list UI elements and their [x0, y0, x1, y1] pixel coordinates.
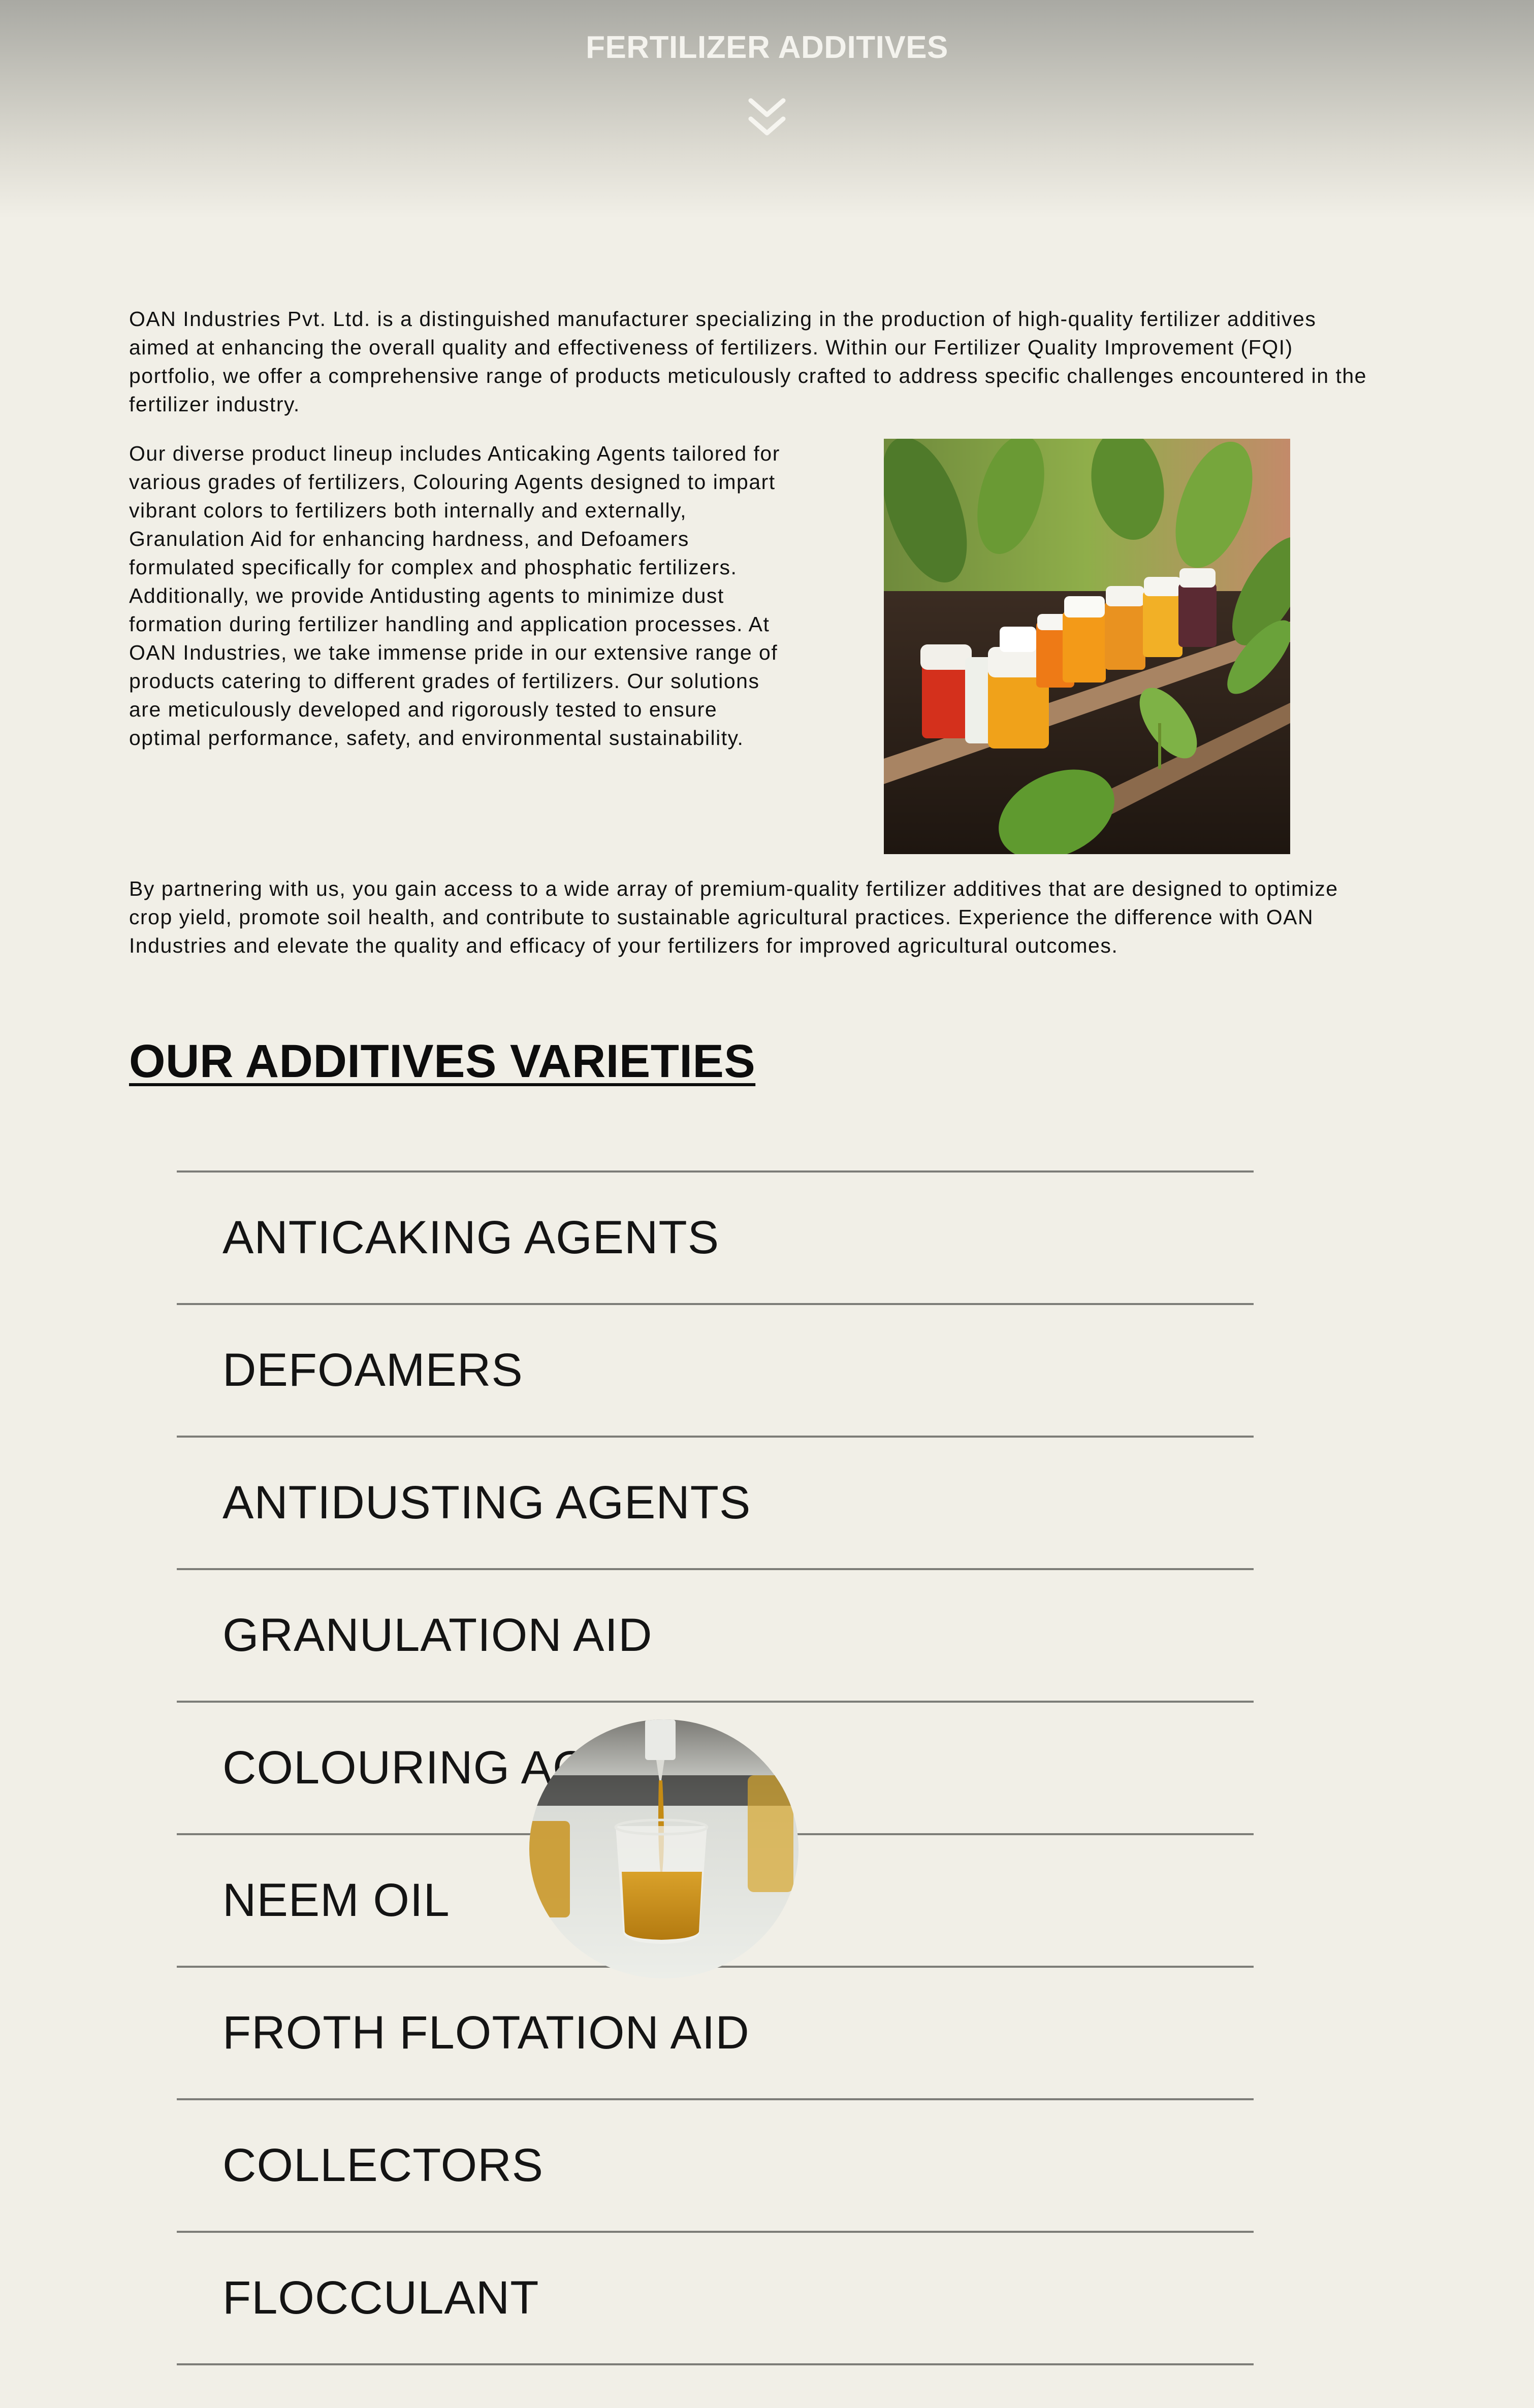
- intro-paragraph: OAN Industries Pvt. Ltd. is a distinguis…: [129, 307, 1367, 416]
- variety-collectors[interactable]: COLLECTORS: [177, 2100, 1254, 2233]
- lineup-paragraph: Our diverse product lineup includes Anti…: [129, 442, 780, 579]
- variety-antidusting-agents[interactable]: ANTIDUSTING AGENTS: [177, 1438, 1254, 1570]
- page-title: FERTILIZER ADDITIVES: [586, 30, 948, 65]
- variety-anticaking-agents[interactable]: ANTICAKING AGENTS: [177, 1173, 1254, 1305]
- product-lineup-text: Our diverse product lineup includes Anti…: [129, 439, 789, 752]
- additional-paragraph: Additionally, we provide Antidusting age…: [129, 584, 778, 750]
- variety-flocculant[interactable]: FLOCCULANT: [177, 2233, 1254, 2365]
- partner-paragraph: By partnering with us, you gain access t…: [129, 877, 1338, 957]
- product-bottles-photo: [884, 439, 1290, 854]
- hero-banner: FERTILIZER ADDITIVES: [0, 0, 1534, 218]
- page: FERTILIZER ADDITIVES OAN Industries Pvt.…: [0, 0, 1534, 2408]
- variety-granulation-aid[interactable]: GRANULATION AID: [177, 1570, 1254, 1703]
- variety-defoamers[interactable]: DEFOAMERS: [177, 1305, 1254, 1438]
- varieties-heading: OUR ADDITIVES VARIETIES: [129, 1035, 756, 1087]
- variety-froth-flotation-aid[interactable]: FROTH FLOTATION AID: [177, 1968, 1254, 2100]
- variety-hover-preview-image: [529, 1719, 798, 1978]
- double-chevron-down-icon[interactable]: [748, 96, 786, 140]
